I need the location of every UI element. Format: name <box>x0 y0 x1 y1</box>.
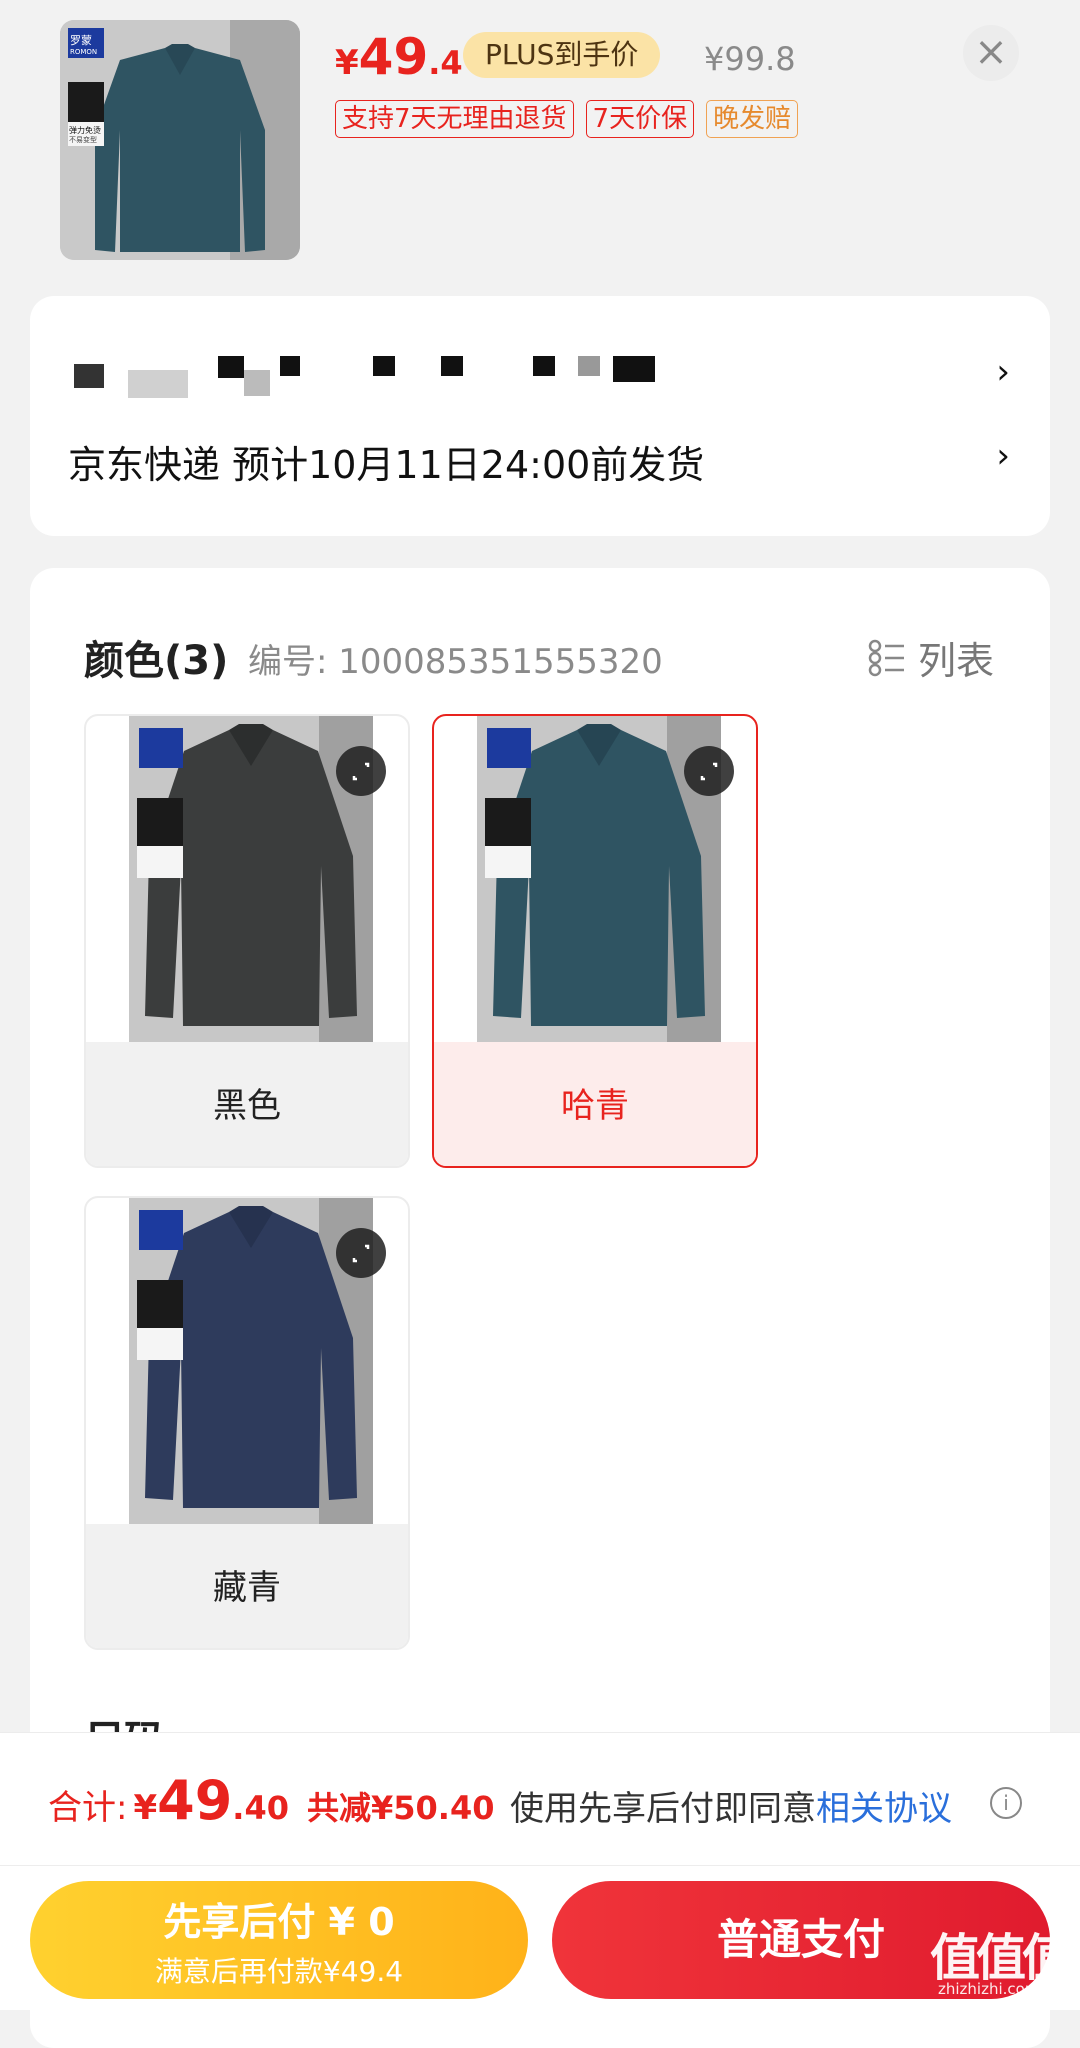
total-integer: 49 <box>157 1769 233 1832</box>
pay-later-subtitle: 满意后再付款¥49.4 <box>154 1955 404 1988</box>
product-thumbnail: 罗蒙 ROMON 弹力免烫 不易变型 <box>60 20 300 260</box>
total-discount: 共减¥50.40 <box>306 1789 495 1827</box>
expand-icon[interactable] <box>336 1228 386 1278</box>
price-decimal: .4 <box>428 44 463 82</box>
option-label: 黑色 <box>86 1042 408 1166</box>
list-view-toggle[interactable]: 列表 <box>868 630 994 685</box>
color-option-black[interactable]: 黑色 <box>84 714 410 1168</box>
option-label: 藏青 <box>86 1524 408 1648</box>
expand-icon[interactable] <box>336 746 386 796</box>
agreement-notice: 使用先享后付即同意相关协议 <box>510 1781 952 1830</box>
info-icon[interactable]: i <box>990 1787 1022 1819</box>
price-currency: ¥ <box>335 43 359 83</box>
current-price: ¥ 49 .4 <box>335 28 463 88</box>
total-price: 合计: ¥ 49 .40 共减¥50.40 <box>48 1769 494 1832</box>
brand-logo-en: ROMON <box>70 48 98 56</box>
color-option-haqing[interactable]: 哈青 <box>432 714 758 1168</box>
brand-logo-text: 罗蒙 <box>70 34 92 47</box>
watermark-url: zhizhizhi.com <box>938 1980 1040 1998</box>
redaction-block <box>74 364 104 388</box>
list-toggle-label: 列表 <box>917 639 994 683</box>
expand-icon[interactable] <box>684 746 734 796</box>
plus-price-badge: PLUS到手价 <box>463 32 661 78</box>
color-section-title: 颜色(3) <box>84 638 229 684</box>
redaction-block <box>578 356 600 376</box>
shipping-estimate[interactable]: 京东快递 预计10月11日24:00前发货 <box>68 434 704 489</box>
redaction-block <box>280 356 300 376</box>
tag-late-compensation: 晚发赔 <box>706 100 799 138</box>
redaction-block <box>218 356 244 378</box>
service-tags: 支持7天无理由退货 7天价保 晚发赔 <box>335 100 799 138</box>
total-decimal: .40 <box>232 1789 289 1827</box>
address-card: › 京东快递 预计10月11日24:00前发货 › <box>30 296 1050 536</box>
original-price: ¥99.8 <box>704 40 796 78</box>
redaction-block <box>373 356 395 376</box>
sku-number: 编号: 100085351555320 <box>248 642 663 682</box>
checkout-bar: 合计: ¥ 49 .40 共减¥50.40 使用先享后付即同意相关协议 i 先享… <box>0 1732 1080 2010</box>
close-button[interactable]: × <box>963 25 1019 81</box>
redaction-block <box>613 356 655 382</box>
pay-later-title: 先享后付 ¥ 0 <box>163 1900 395 1944</box>
redaction-block <box>441 356 463 376</box>
redaction-block <box>128 370 188 398</box>
redaction-block <box>244 370 270 396</box>
divider <box>0 1865 1080 1866</box>
shipping-chevron-icon[interactable]: › <box>996 436 1010 476</box>
price-integer: 49 <box>358 28 429 86</box>
tag-7day-return: 支持7天无理由退货 <box>335 100 574 138</box>
list-icon <box>868 639 906 677</box>
color-option-navy[interactable]: 藏青 <box>84 1196 410 1650</box>
address-chevron-icon[interactable]: › <box>996 352 1010 392</box>
pay-later-button[interactable]: 先享后付 ¥ 0 满意后再付款¥49.4 <box>30 1881 528 1999</box>
agreement-link[interactable]: 相关协议 <box>816 1789 952 1829</box>
agreement-text: 使用先享后付即同意 <box>510 1789 816 1829</box>
redaction-block <box>533 356 555 376</box>
total-currency: ¥ <box>133 1788 158 1828</box>
total-label: 合计: <box>48 1788 128 1828</box>
feature-subtext: 不易变型 <box>69 136 97 144</box>
address-row-redacted[interactable] <box>68 356 708 408</box>
tag-price-protect: 7天价保 <box>585 100 695 138</box>
option-label: 哈青 <box>434 1042 756 1166</box>
